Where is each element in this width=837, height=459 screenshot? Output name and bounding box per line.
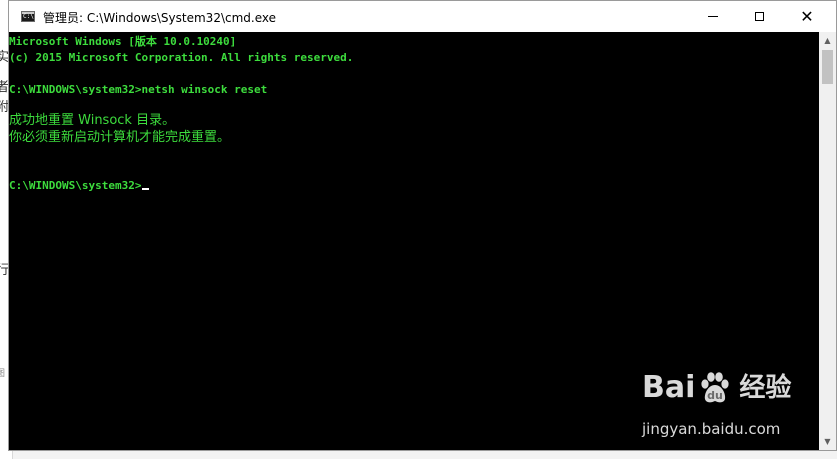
close-button[interactable]: ✕ (784, 1, 830, 32)
watermark-brand-left: Bai (642, 370, 696, 405)
console-line: 你必须重新启动计算机才能完成重置。 (9, 130, 231, 145)
scrollbar-thumb[interactable] (822, 50, 833, 84)
watermark-brand-right: 经验 (739, 373, 792, 403)
screenshot: 实 者 附 行 图 管理员: C:\Windows\System32\cmd.e… (0, 0, 837, 459)
scroll-up-button[interactable]: ▲ (819, 32, 836, 49)
arrow-up-icon: ▲ (824, 36, 831, 45)
console-line: 成功地重置 Winsock 目录。 (9, 113, 176, 128)
background-text-fragment: 图 (0, 369, 6, 379)
minimize-icon (708, 16, 718, 17)
watermark-url: jingyan.baidu.com (642, 420, 781, 438)
close-icon: ✕ (800, 6, 814, 26)
cmd-icon[interactable] (21, 11, 35, 22)
baidu-jingyan-watermark: Bai du 经验 jingyan.baidu.com (642, 370, 832, 442)
baidu-paw-icon: du (701, 372, 730, 403)
maximize-icon (754, 12, 764, 21)
console-line: (c) 2015 Microsoft Corporation. All righ… (9, 51, 354, 64)
window-title: 管理员: C:\Windows\System32\cmd.exe (43, 11, 276, 25)
maximize-button[interactable] (736, 1, 782, 32)
console-prompt-line[interactable]: C:\WINDOWS\system32> (9, 179, 150, 193)
minimize-button[interactable] (690, 1, 736, 32)
console-line: C:\WINDOWS\system32>netsh winsock reset (9, 83, 268, 96)
title-bar[interactable]: 管理员: C:\Windows\System32\cmd.exe ✕ (9, 1, 836, 32)
console-prompt: C:\WINDOWS\system32> (9, 179, 142, 192)
console-line: Microsoft Windows [版本 10.0.10240] (9, 35, 237, 48)
text-cursor (142, 188, 150, 190)
svg-text:du: du (708, 389, 724, 402)
